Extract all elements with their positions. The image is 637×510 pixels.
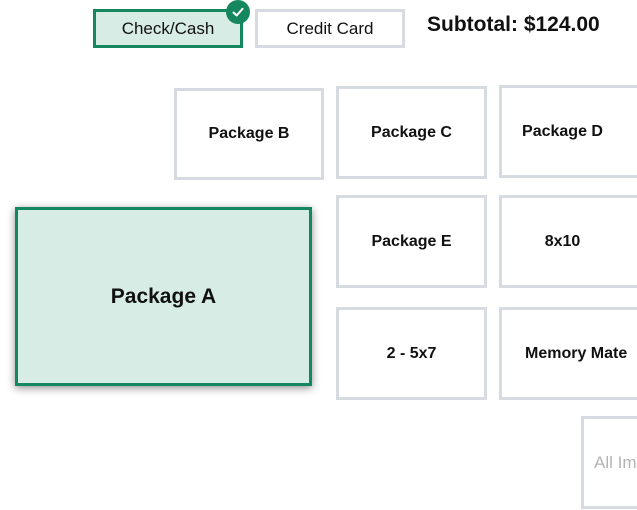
2-5x7-tile[interactable]: 2 - 5x7 xyxy=(336,307,487,400)
package-e-label: Package E xyxy=(371,232,452,250)
2-5x7-label: 2 - 5x7 xyxy=(386,344,437,362)
package-b-tile[interactable]: Package B xyxy=(174,88,324,180)
all-images-label: All Images xyxy=(594,452,637,472)
package-d-label: Package D xyxy=(522,122,603,140)
package-a-tile[interactable]: Package A xyxy=(15,207,312,386)
package-a-label: Package A xyxy=(110,284,217,308)
package-e-tile[interactable]: Package E xyxy=(336,195,487,288)
package-b-label: Package B xyxy=(208,125,290,142)
subtotal: Subtotal: $124.00 xyxy=(427,13,600,36)
8x10-label: 8x10 xyxy=(544,232,581,250)
memory-mate-tile[interactable]: Memory Mate xyxy=(499,307,637,400)
credit-card-button[interactable]: Credit Card xyxy=(255,9,405,48)
check-cash-label: Check/Cash xyxy=(121,18,215,38)
8x10-tile[interactable]: 8x10 xyxy=(499,195,637,288)
check-icon xyxy=(226,0,250,24)
memory-mate-label: Memory Mate xyxy=(525,344,628,362)
credit-card-label: Credit Card xyxy=(286,18,374,38)
package-d-tile[interactable]: Package D xyxy=(499,85,637,178)
package-c-tile[interactable]: Package C xyxy=(336,86,487,179)
all-images-tile[interactable]: All Images xyxy=(581,416,637,509)
package-c-label: Package C xyxy=(371,123,452,141)
check-cash-button[interactable]: Check/Cash xyxy=(93,9,243,48)
